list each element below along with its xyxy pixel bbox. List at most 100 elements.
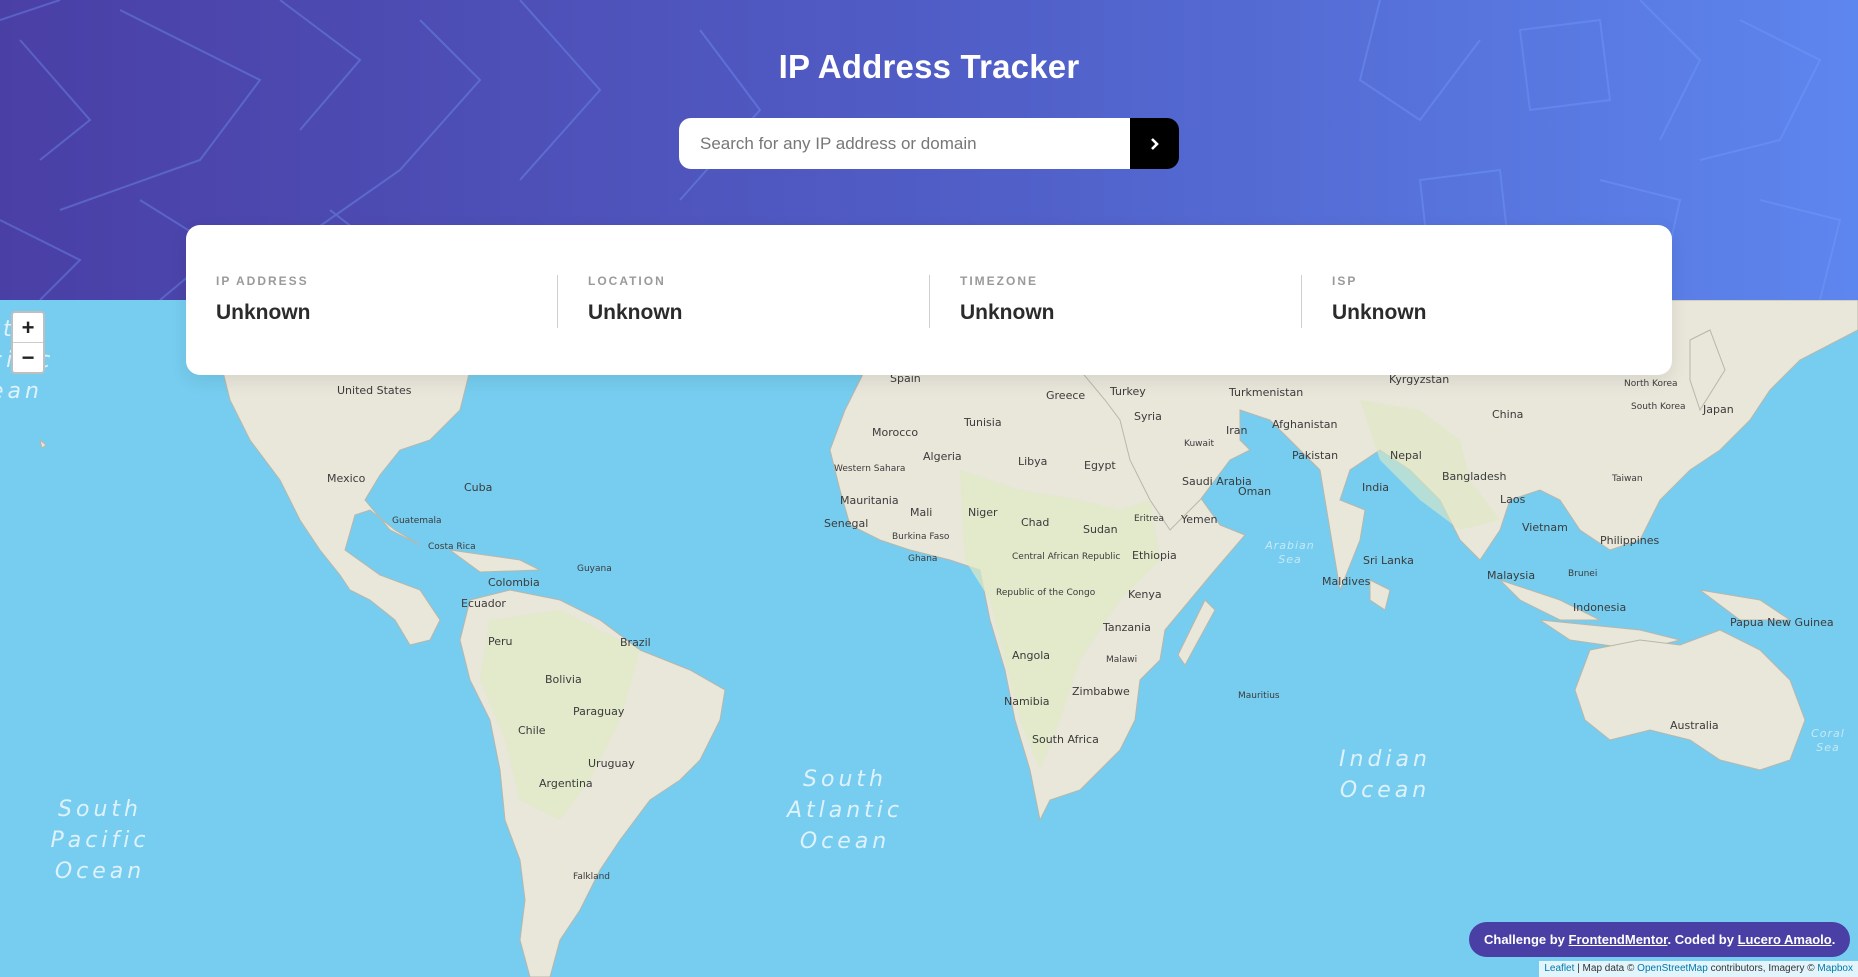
leaflet-link[interactable]: Leaflet	[1544, 963, 1574, 974]
ocean-label-indian: Indian Ocean	[1339, 747, 1431, 803]
isp-section: ISP Unknown	[1302, 225, 1673, 375]
search-input[interactable]	[679, 118, 1130, 169]
author-link[interactable]: Lucero Amaolo	[1738, 932, 1832, 947]
ocean-label-south-pacific: South Pacific Ocean	[50, 797, 150, 884]
map-country-label: Japan	[1703, 403, 1734, 416]
timezone-label: TIMEZONE	[960, 274, 1038, 288]
isp-label: ISP	[1332, 274, 1358, 288]
ip-address-label: IP ADDRESS	[216, 274, 309, 288]
map-country-label: Egypt	[1084, 459, 1116, 472]
location-label: LOCATION	[588, 274, 666, 288]
ocean-label-coral: Coral Sea	[1811, 727, 1845, 754]
map-country-label: Kuwait	[1184, 439, 1215, 449]
map-country-label: Namibia	[1004, 695, 1050, 708]
map-country-label: Philippines	[1600, 534, 1660, 547]
map-country-label: Maldives	[1322, 575, 1371, 588]
map-country-label: Angola	[1012, 649, 1051, 662]
map-country-label: Papua New Guinea	[1730, 616, 1834, 629]
map-country-label: Yemen	[1181, 513, 1218, 526]
map-country-label: Taiwan	[1612, 474, 1643, 484]
map-country-label: Turkey	[1110, 385, 1146, 398]
page-title: IP Address Tracker	[778, 48, 1080, 85]
openstreetmap-link[interactable]: OpenStreetMap	[1637, 963, 1708, 974]
map-country-label: South Africa	[1032, 733, 1099, 746]
map-country-label: Costa Rica	[428, 542, 476, 552]
zoom-control: + −	[11, 311, 45, 374]
map-country-label: Algeria	[923, 450, 962, 463]
map-country-label: United States	[337, 384, 412, 397]
map-country-label: Burkina Faso	[892, 532, 950, 542]
map-country-label: Bolivia	[545, 673, 582, 686]
map[interactable]: rthcificean AtlanticOcean SouthPacificOc…	[0, 300, 1858, 977]
map-country-label: Pakistan	[1292, 449, 1339, 462]
credit-end: .	[1831, 932, 1836, 947]
map-country-label: Zimbabwe	[1072, 685, 1130, 698]
mapbox-link[interactable]: Mapbox	[1817, 963, 1853, 974]
map-country-label: Indonesia	[1573, 601, 1627, 614]
map-country-label: India	[1362, 481, 1389, 494]
map-country-label: Oman	[1238, 485, 1272, 498]
map-country-label: Brazil	[620, 636, 651, 649]
ocean-label-south-atlantic: South Atlantic Ocean	[786, 767, 904, 854]
ocean-label-arabian: Arabian Sea	[1265, 539, 1315, 566]
credit-prefix: Challenge by	[1484, 932, 1565, 947]
map-country-label: Colombia	[488, 576, 540, 589]
map-country-label: Guatemala	[392, 516, 442, 526]
map-land	[39, 300, 1858, 977]
map-country-label: Uruguay	[588, 757, 635, 770]
map-country-label: Sri Lanka	[1363, 554, 1414, 567]
map-country-label: Central African Republic	[1012, 552, 1121, 562]
map-country-label: China	[1492, 408, 1524, 421]
timezone-section: TIMEZONE Unknown	[930, 225, 1301, 375]
attribution-credit: Challenge by FrontendMentor. Coded by Lu…	[1469, 922, 1851, 957]
map-country-label: Laos	[1500, 493, 1526, 506]
location-value: Unknown	[588, 301, 683, 324]
map-country-label: Ghana	[908, 554, 938, 564]
map-country-label: Chile	[518, 724, 546, 737]
map-country-label: Senegal	[824, 517, 869, 530]
isp-value: Unknown	[1332, 301, 1427, 324]
zoom-in-button[interactable]: +	[13, 313, 43, 342]
map-country-label: Vietnam	[1522, 521, 1568, 534]
ip-info-card: IP ADDRESS Unknown LOCATION Unknown TIME…	[186, 225, 1672, 375]
map-country-label: Niger	[968, 506, 998, 519]
attr-contrib: contributors, Imagery ©	[1710, 963, 1815, 974]
map-country-label: Argentina	[539, 777, 593, 790]
search-submit-button[interactable]	[1130, 118, 1179, 169]
map-country-label: Malawi	[1106, 655, 1138, 665]
map-country-label: Guyana	[577, 564, 612, 574]
map-country-label: Syria	[1134, 410, 1162, 423]
frontendmentor-link[interactable]: FrontendMentor	[1569, 932, 1668, 947]
map-country-label: Mali	[910, 506, 933, 519]
map-country-label: Turkmenistan	[1229, 386, 1304, 399]
chevron-right-icon	[1150, 137, 1159, 150]
map-country-label: North Korea	[1624, 379, 1678, 389]
map-country-label: Ethiopia	[1132, 549, 1177, 562]
map-country-label: Tanzania	[1103, 621, 1151, 634]
ip-address-value: Unknown	[216, 301, 311, 324]
map-country-label: Falkland	[573, 872, 611, 882]
credit-mid: . Coded by	[1667, 932, 1734, 947]
map-country-label: Chad	[1021, 516, 1050, 529]
map-country-label: Western Sahara	[834, 464, 906, 474]
map-country-label: Australia	[1670, 719, 1719, 732]
map-country-label: Kenya	[1128, 588, 1162, 601]
map-country-label: Bangladesh	[1442, 470, 1507, 483]
map-country-label: Morocco	[872, 426, 919, 439]
map-country-label: Republic of the Congo	[996, 588, 1096, 598]
map-country-label: Cuba	[464, 481, 493, 494]
map-country-label: Eritrea	[1134, 514, 1164, 524]
map-country-label: Libya	[1018, 455, 1048, 468]
map-country-label: Sudan	[1083, 523, 1118, 536]
map-country-label: Peru	[488, 635, 513, 648]
map-country-label: Malaysia	[1487, 569, 1536, 582]
location-section: LOCATION Unknown	[558, 225, 929, 375]
map-country-label: Nepal	[1390, 449, 1422, 462]
map-country-label: Iran	[1226, 424, 1248, 437]
map-country-label: Brunei	[1568, 569, 1598, 579]
map-country-label: Paraguay	[573, 705, 625, 718]
search-bar	[679, 118, 1179, 169]
map-attribution: Leaflet | Map data © OpenStreetMap contr…	[1539, 961, 1858, 977]
map-country-label: Afghanistan	[1272, 418, 1338, 431]
zoom-out-button[interactable]: −	[13, 342, 43, 372]
